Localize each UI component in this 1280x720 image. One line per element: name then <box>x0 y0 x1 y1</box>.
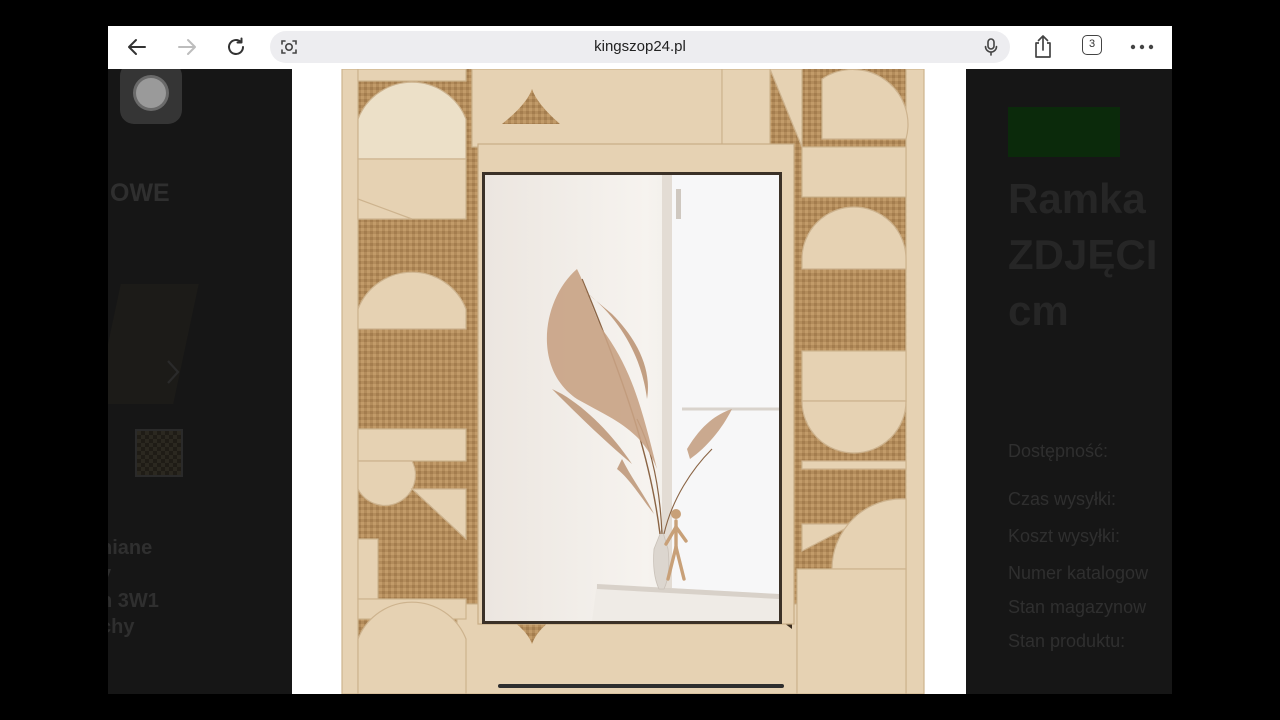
thumbnail-selected[interactable] <box>135 429 183 477</box>
reload-icon[interactable] <box>221 32 251 62</box>
assistive-touch-dot <box>136 78 166 108</box>
forward-arrow-icon[interactable] <box>172 32 202 62</box>
section-heading: OWE <box>110 179 170 207</box>
detail-availability: Dostępność: <box>1008 441 1109 461</box>
tabs-icon[interactable]: 3 <box>1082 35 1102 55</box>
left-dimmed-column: OWE niane y n 3W1 chy <box>108 69 292 694</box>
photo-frame-image <box>341 69 925 694</box>
microphone-icon[interactable] <box>982 37 1000 61</box>
detail-condition: Stan produktu: <box>1008 631 1126 651</box>
browser-toolbar: kingszop24.pl 3 <box>108 26 1172 70</box>
product-title-line-1: Ramka <box>1008 175 1146 222</box>
right-dimmed-column: Ramka ZDJĘCI cm Dostępność: Czas wysyłki… <box>966 69 1172 694</box>
product-title-line-2: ZDJĘCI <box>1008 231 1158 278</box>
product-name-line-3: n 3W1 <box>108 590 159 612</box>
share-icon[interactable] <box>1028 32 1058 62</box>
product-name-line-2: y <box>108 563 111 586</box>
chevron-right-icon[interactable] <box>166 359 180 389</box>
product-name-line-1: niane <box>108 537 153 559</box>
back-arrow-icon[interactable] <box>122 32 152 62</box>
product-title-line-3: cm <box>1008 287 1069 334</box>
detail-shipping-time: Czas wysyłki: <box>1008 489 1117 509</box>
assistive-touch-button[interactable] <box>120 69 182 124</box>
photo-content <box>485 175 779 621</box>
detail-shipping-cost: Koszt wysyłki: <box>1008 526 1121 546</box>
url-text: kingszop24.pl <box>594 38 686 55</box>
more-icon[interactable] <box>1127 32 1157 62</box>
badge <box>1008 107 1120 157</box>
detail-stock: Stan magazynow <box>1008 597 1147 617</box>
product-thumbnail[interactable] <box>108 284 199 404</box>
product-name-line-4: chy <box>108 616 135 638</box>
url-bar[interactable]: kingszop24.pl <box>270 31 1010 63</box>
product-image-viewer[interactable] <box>292 69 966 694</box>
detail-catalog-number: Numer katalogow <box>1008 563 1149 583</box>
ipad-screen: kingszop24.pl 3 OWE iane 3W1 hy Ramka ZD… <box>108 26 1172 694</box>
